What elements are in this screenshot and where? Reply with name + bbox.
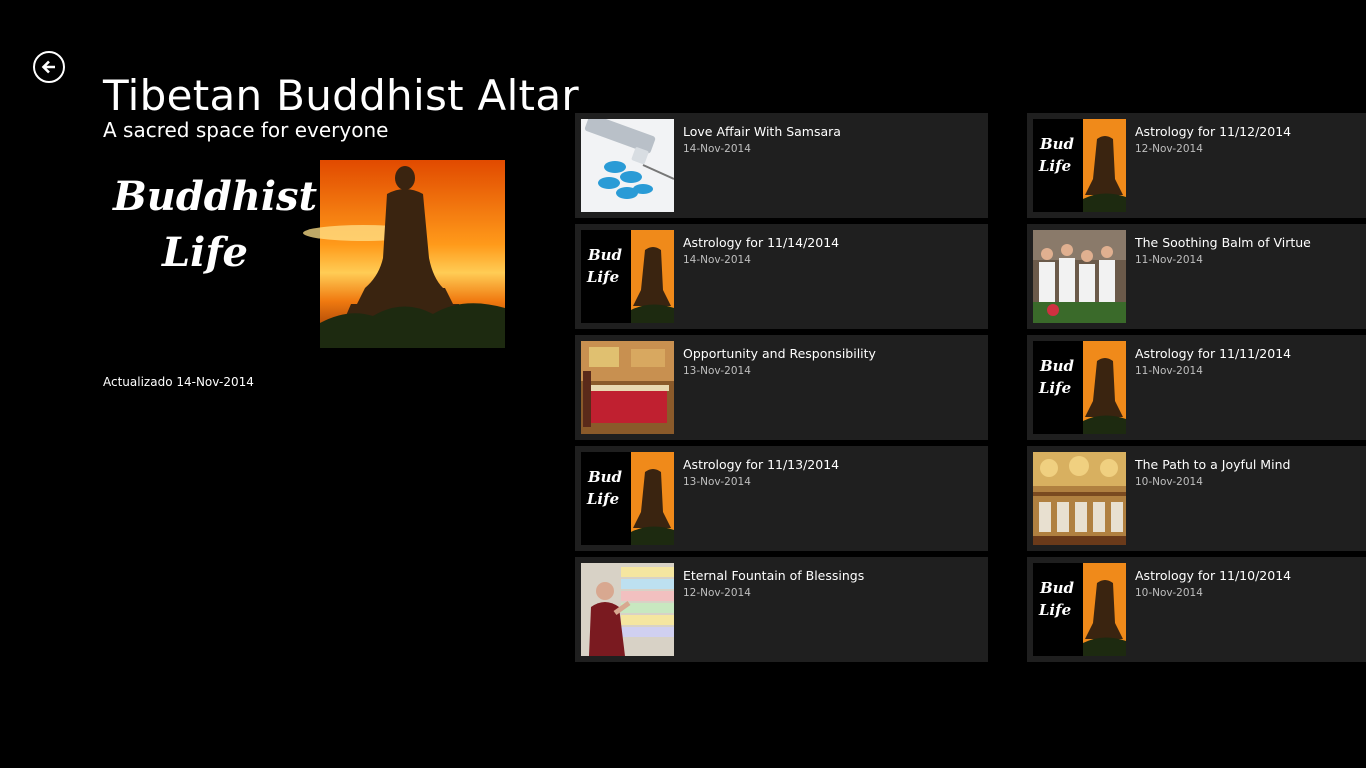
article-date: 14-Nov-2014: [683, 254, 751, 266]
article-title: Love Affair With Samsara: [683, 124, 841, 139]
article-tile[interactable]: Opportunity and Responsibility 13-Nov-20…: [575, 335, 988, 440]
last-updated-label: Actualizado 14-Nov-2014: [103, 375, 254, 389]
article-thumbnail: Bud Life: [581, 230, 674, 323]
article-date: 12-Nov-2014: [683, 587, 751, 599]
article-date: 13-Nov-2014: [683, 365, 751, 377]
article-thumbnail: [581, 563, 674, 656]
article-tile[interactable]: Bud Life Astrology for 11/12/2014 12-Nov…: [1027, 113, 1366, 218]
article-title: Astrology for 11/14/2014: [683, 235, 840, 250]
article-tile[interactable]: Bud Life Astrology for 11/13/2014 13-Nov…: [575, 446, 988, 551]
back-button[interactable]: [33, 51, 65, 83]
article-thumbnail: Bud Life: [1033, 341, 1126, 434]
article-thumbnail: [581, 341, 674, 434]
back-arrow-icon: [41, 60, 55, 74]
article-grid: Love Affair With Samsara 14-Nov-2014 Bud…: [575, 113, 1366, 662]
svg-text:Life: Life: [586, 490, 619, 508]
article-tile[interactable]: Love Affair With Samsara 14-Nov-2014: [575, 113, 988, 218]
article-title: The Soothing Balm of Virtue: [1135, 235, 1311, 250]
article-title: Opportunity and Responsibility: [683, 346, 876, 361]
svg-text:Bud: Bud: [1039, 357, 1075, 375]
svg-text:Life: Life: [586, 268, 619, 286]
article-thumbnail: [1033, 230, 1126, 323]
svg-text:Bud: Bud: [1039, 579, 1075, 597]
page-subtitle: A sacred space for everyone: [103, 118, 389, 142]
article-tile[interactable]: The Soothing Balm of Virtue 11-Nov-2014: [1027, 224, 1366, 329]
article-thumbnail: [1033, 452, 1126, 545]
article-tile[interactable]: The Path to a Joyful Mind 10-Nov-2014: [1027, 446, 1366, 551]
article-date: 14-Nov-2014: [683, 143, 751, 155]
article-date: 10-Nov-2014: [1135, 476, 1203, 488]
article-tile[interactable]: Eternal Fountain of Blessings 12-Nov-201…: [575, 557, 988, 662]
article-tile[interactable]: Bud Life Astrology for 11/10/2014 10-Nov…: [1027, 557, 1366, 662]
svg-text:Life: Life: [1038, 157, 1071, 175]
article-title: Astrology for 11/12/2014: [1135, 124, 1292, 139]
article-thumbnail: Bud Life: [1033, 119, 1126, 212]
article-title: Astrology for 11/10/2014: [1135, 568, 1292, 583]
svg-text:Bud: Bud: [587, 468, 623, 486]
buddhist-life-logo-image: Buddhist Life: [103, 158, 505, 350]
article-date: 10-Nov-2014: [1135, 587, 1203, 599]
article-title: Astrology for 11/13/2014: [683, 457, 840, 472]
article-title: The Path to a Joyful Mind: [1135, 457, 1291, 472]
svg-text:Bud: Bud: [587, 246, 623, 264]
article-tile[interactable]: Bud Life Astrology for 11/14/2014 14-Nov…: [575, 224, 988, 329]
article-date: 11-Nov-2014: [1135, 365, 1203, 377]
article-tile[interactable]: Bud Life Astrology for 11/11/2014 11-Nov…: [1027, 335, 1366, 440]
svg-text:Bud: Bud: [1039, 135, 1075, 153]
svg-text:Life: Life: [1038, 379, 1071, 397]
article-thumbnail: Bud Life: [1033, 563, 1126, 656]
article-thumbnail: [581, 119, 674, 212]
logo-text-line1: Buddhist: [112, 173, 318, 220]
article-date: 13-Nov-2014: [683, 476, 751, 488]
svg-text:Life: Life: [1038, 601, 1071, 619]
article-date: 12-Nov-2014: [1135, 143, 1203, 155]
article-title: Eternal Fountain of Blessings: [683, 568, 865, 583]
logo-text-line2: Life: [161, 229, 248, 276]
article-thumbnail: Bud Life: [581, 452, 674, 545]
article-title: Astrology for 11/11/2014: [1135, 346, 1292, 361]
article-date: 11-Nov-2014: [1135, 254, 1203, 266]
